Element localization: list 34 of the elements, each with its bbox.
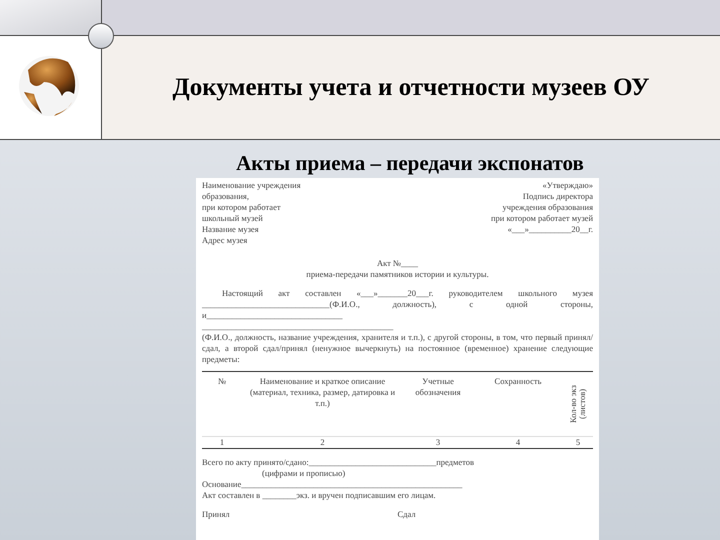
total-line: Всего по акту принято/сдано:______________________________предметов (202, 457, 476, 468)
header-line: Наименование учреждения (202, 180, 301, 191)
approval-line: Подпись директора (522, 191, 593, 202)
slide-subtitle: Акты приема – передачи экспонатов (236, 150, 584, 176)
header-line: Название музея (202, 224, 260, 235)
act-number: Акт №____ (376, 258, 418, 269)
act-subject: приема-передачи памятников истории и культуры. (306, 269, 489, 280)
approval-line: учреждения образования (502, 202, 593, 213)
approval-line: «___»__________20__г. (508, 224, 593, 235)
header-line: при котором работает (202, 202, 282, 213)
body-paragraph: (Ф.И.О., должность, название учреждения, хранителя и т.п.), с другой стороны, в том, что первый принял/сдал, а второй сдал/принял (ненужное вычеркнуть) на постоянное (временное) хранение следующие предметы: (202, 332, 593, 365)
table-header: Учетные обозначения (414, 376, 462, 398)
table-header: Наименование и краткое описание (материал, техника, размер, датировка и т.п.) (248, 376, 396, 409)
table-header: Сохранность (494, 376, 542, 387)
approval-line: при котором работает музей (491, 213, 593, 224)
body-paragraph: _____________________________________________ (202, 321, 394, 332)
table-header: № (218, 376, 226, 387)
basis-line: Основание____________________________________________________ (202, 479, 464, 490)
column-number: 1 (220, 437, 224, 448)
header-line: школьный музей (202, 213, 264, 224)
total-hint: (цифрами и прописью) (262, 468, 346, 479)
approval-line: «Утверждаю» (542, 180, 593, 191)
column-number: 4 (516, 437, 520, 448)
slide-title: Документы учета и отчетности музеев ОУ (172, 72, 650, 103)
signature-label: Принял (202, 509, 231, 520)
signature-label: Сдал (398, 509, 417, 520)
column-number: 5 (576, 437, 580, 448)
body-paragraph: Настоящий акт составлен «___»_______20___г. руководителем школьного музея ______________________________(Ф.И.О., должность), с одной стороны, и________________________________ (202, 288, 593, 321)
copies-line: Акт составлен в ________экз. и вручен подписавшим его лицам. (202, 490, 437, 501)
column-number: 3 (436, 437, 440, 448)
header-line: образования, (202, 191, 250, 202)
table-header: Кол-во экз (листов) (569, 384, 587, 425)
header-line: Адрес музея (202, 235, 248, 246)
column-number: 2 (320, 437, 325, 448)
